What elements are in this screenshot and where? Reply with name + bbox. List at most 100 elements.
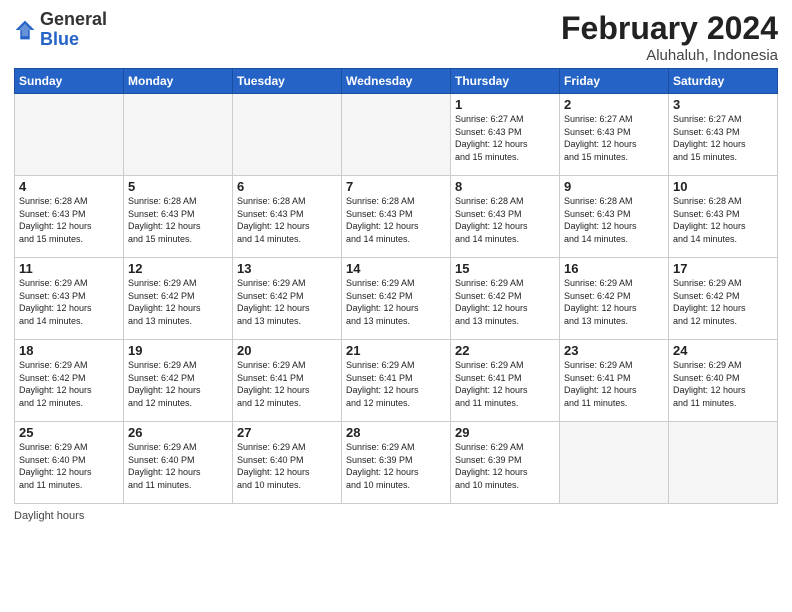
day-info: Sunrise: 6:29 AMSunset: 6:40 PMDaylight:… bbox=[128, 441, 228, 491]
day-info: Sunrise: 6:29 AMSunset: 6:40 PMDaylight:… bbox=[237, 441, 337, 491]
day-number: 28 bbox=[346, 425, 446, 440]
day-number: 8 bbox=[455, 179, 555, 194]
calendar-week-4: 18Sunrise: 6:29 AMSunset: 6:42 PMDayligh… bbox=[15, 340, 778, 422]
calendar-cell: 20Sunrise: 6:29 AMSunset: 6:41 PMDayligh… bbox=[233, 340, 342, 422]
calendar-cell: 7Sunrise: 6:28 AMSunset: 6:43 PMDaylight… bbox=[342, 176, 451, 258]
day-number: 26 bbox=[128, 425, 228, 440]
calendar-cell bbox=[124, 94, 233, 176]
calendar-cell bbox=[15, 94, 124, 176]
calendar-week-2: 4Sunrise: 6:28 AMSunset: 6:43 PMDaylight… bbox=[15, 176, 778, 258]
calendar-cell bbox=[560, 422, 669, 504]
day-info: Sunrise: 6:28 AMSunset: 6:43 PMDaylight:… bbox=[346, 195, 446, 245]
calendar-week-1: 1Sunrise: 6:27 AMSunset: 6:43 PMDaylight… bbox=[15, 94, 778, 176]
calendar-cell: 23Sunrise: 6:29 AMSunset: 6:41 PMDayligh… bbox=[560, 340, 669, 422]
page: General Blue February 2024 Aluhaluh, Ind… bbox=[0, 0, 792, 612]
title-block: February 2024 Aluhaluh, Indonesia bbox=[561, 10, 778, 64]
calendar-cell: 29Sunrise: 6:29 AMSunset: 6:39 PMDayligh… bbox=[451, 422, 560, 504]
day-info: Sunrise: 6:29 AMSunset: 6:42 PMDaylight:… bbox=[564, 277, 664, 327]
day-info: Sunrise: 6:29 AMSunset: 6:42 PMDaylight:… bbox=[237, 277, 337, 327]
day-number: 15 bbox=[455, 261, 555, 276]
day-number: 3 bbox=[673, 97, 773, 112]
day-number: 4 bbox=[19, 179, 119, 194]
day-info: Sunrise: 6:28 AMSunset: 6:43 PMDaylight:… bbox=[673, 195, 773, 245]
calendar-cell: 22Sunrise: 6:29 AMSunset: 6:41 PMDayligh… bbox=[451, 340, 560, 422]
calendar-cell: 26Sunrise: 6:29 AMSunset: 6:40 PMDayligh… bbox=[124, 422, 233, 504]
day-info: Sunrise: 6:27 AMSunset: 6:43 PMDaylight:… bbox=[455, 113, 555, 163]
day-number: 21 bbox=[346, 343, 446, 358]
day-info: Sunrise: 6:29 AMSunset: 6:42 PMDaylight:… bbox=[346, 277, 446, 327]
day-number: 1 bbox=[455, 97, 555, 112]
day-number: 5 bbox=[128, 179, 228, 194]
day-header-sunday: Sunday bbox=[15, 69, 124, 94]
calendar-cell: 27Sunrise: 6:29 AMSunset: 6:40 PMDayligh… bbox=[233, 422, 342, 504]
calendar-cell: 24Sunrise: 6:29 AMSunset: 6:40 PMDayligh… bbox=[669, 340, 778, 422]
day-info: Sunrise: 6:28 AMSunset: 6:43 PMDaylight:… bbox=[19, 195, 119, 245]
calendar-cell: 5Sunrise: 6:28 AMSunset: 6:43 PMDaylight… bbox=[124, 176, 233, 258]
day-info: Sunrise: 6:29 AMSunset: 6:42 PMDaylight:… bbox=[455, 277, 555, 327]
day-number: 9 bbox=[564, 179, 664, 194]
calendar-week-5: 25 Sunrise: 6:29 AMSunset: 6:40 PMDayligh… bbox=[15, 422, 778, 504]
logo-icon bbox=[14, 19, 36, 41]
calendar-cell: 9Sunrise: 6:28 AMSunset: 6:43 PMDaylight… bbox=[560, 176, 669, 258]
day-info: Sunrise: 6:28 AMSunset: 6:43 PMDaylight:… bbox=[237, 195, 337, 245]
day-number: 27 bbox=[237, 425, 337, 440]
day-header-monday: Monday bbox=[124, 69, 233, 94]
logo: General Blue bbox=[14, 10, 107, 50]
calendar-cell: 18Sunrise: 6:29 AMSunset: 6:42 PMDayligh… bbox=[15, 340, 124, 422]
calendar-cell: 17Sunrise: 6:29 AMSunset: 6:42 PMDayligh… bbox=[669, 258, 778, 340]
calendar-cell: 15Sunrise: 6:29 AMSunset: 6:42 PMDayligh… bbox=[451, 258, 560, 340]
calendar-cell: 2Sunrise: 6:27 AMSunset: 6:43 PMDaylight… bbox=[560, 94, 669, 176]
day-info: Sunrise: 6:29 AMSunset: 6:41 PMDaylight:… bbox=[346, 359, 446, 409]
calendar-cell bbox=[233, 94, 342, 176]
day-number: 23 bbox=[564, 343, 664, 358]
calendar-cell: 12Sunrise: 6:29 AMSunset: 6:42 PMDayligh… bbox=[124, 258, 233, 340]
day-number: 18 bbox=[19, 343, 119, 358]
day-number: 25 bbox=[19, 425, 119, 440]
day-number: 29 bbox=[455, 425, 555, 440]
month-title: February 2024 bbox=[561, 10, 778, 47]
calendar-cell: 8Sunrise: 6:28 AMSunset: 6:43 PMDaylight… bbox=[451, 176, 560, 258]
calendar-cell: 14Sunrise: 6:29 AMSunset: 6:42 PMDayligh… bbox=[342, 258, 451, 340]
calendar-cell: 16Sunrise: 6:29 AMSunset: 6:42 PMDayligh… bbox=[560, 258, 669, 340]
daylight-label: Daylight hours bbox=[14, 510, 84, 522]
calendar-cell: 28Sunrise: 6:29 AMSunset: 6:39 PMDayligh… bbox=[342, 422, 451, 504]
calendar-cell: 4Sunrise: 6:28 AMSunset: 6:43 PMDaylight… bbox=[15, 176, 124, 258]
day-number: 2 bbox=[564, 97, 664, 112]
day-info: Sunrise: 6:29 AMSunset: 6:41 PMDaylight:… bbox=[564, 359, 664, 409]
day-number: 7 bbox=[346, 179, 446, 194]
day-info: Sunrise: 6:29 AMSunset: 6:43 PMDaylight:… bbox=[19, 277, 119, 327]
day-info: Sunrise: 6:29 AMSunset: 6:39 PMDaylight:… bbox=[455, 441, 555, 491]
header-row: General Blue February 2024 Aluhaluh, Ind… bbox=[14, 10, 778, 64]
day-header-wednesday: Wednesday bbox=[342, 69, 451, 94]
day-number: 20 bbox=[237, 343, 337, 358]
calendar-header-row: SundayMondayTuesdayWednesdayThursdayFrid… bbox=[15, 69, 778, 94]
calendar-cell: 1Sunrise: 6:27 AMSunset: 6:43 PMDaylight… bbox=[451, 94, 560, 176]
day-info: Sunrise: 6:29 AMSunset: 6:42 PMDaylight:… bbox=[19, 359, 119, 409]
day-header-tuesday: Tuesday bbox=[233, 69, 342, 94]
day-info: Sunrise: 6:27 AMSunset: 6:43 PMDaylight:… bbox=[564, 113, 664, 163]
calendar-cell: 13Sunrise: 6:29 AMSunset: 6:42 PMDayligh… bbox=[233, 258, 342, 340]
day-info: Sunrise: 6:29 AMSunset: 6:42 PMDaylight:… bbox=[673, 277, 773, 327]
calendar-cell: 11Sunrise: 6:29 AMSunset: 6:43 PMDayligh… bbox=[15, 258, 124, 340]
day-info: Sunrise: 6:29 AMSunset: 6:41 PMDaylight:… bbox=[237, 359, 337, 409]
day-info: Sunrise: 6:29 AMSunset: 6:40 PMDaylight:… bbox=[673, 359, 773, 409]
calendar-week-3: 11Sunrise: 6:29 AMSunset: 6:43 PMDayligh… bbox=[15, 258, 778, 340]
day-info: Sunrise: 6:28 AMSunset: 6:43 PMDaylight:… bbox=[455, 195, 555, 245]
calendar-cell: 25Sunrise: 6:29 AMSunset: 6:40 PMDayligh… bbox=[15, 422, 124, 504]
day-info: Sunrise: 6:27 AMSunset: 6:43 PMDaylight:… bbox=[673, 113, 773, 163]
logo-blue-text: Blue bbox=[40, 29, 79, 49]
day-header-friday: Friday bbox=[560, 69, 669, 94]
calendar-table: SundayMondayTuesdayWednesdayThursdayFrid… bbox=[14, 68, 778, 504]
calendar-cell bbox=[342, 94, 451, 176]
calendar-cell: 3Sunrise: 6:27 AMSunset: 6:43 PMDaylight… bbox=[669, 94, 778, 176]
calendar-cell: 6Sunrise: 6:28 AMSunset: 6:43 PMDaylight… bbox=[233, 176, 342, 258]
day-number: 11 bbox=[19, 261, 119, 276]
day-number: 13 bbox=[237, 261, 337, 276]
footer-note: Daylight hours bbox=[14, 510, 778, 522]
day-number: 17 bbox=[673, 261, 773, 276]
calendar-cell: 10Sunrise: 6:28 AMSunset: 6:43 PMDayligh… bbox=[669, 176, 778, 258]
location: Aluhaluh, Indonesia bbox=[561, 47, 778, 64]
day-info: Sunrise: 6:29 AMSunset: 6:42 PMDaylight:… bbox=[128, 359, 228, 409]
day-header-thursday: Thursday bbox=[451, 69, 560, 94]
day-number: 19 bbox=[128, 343, 228, 358]
